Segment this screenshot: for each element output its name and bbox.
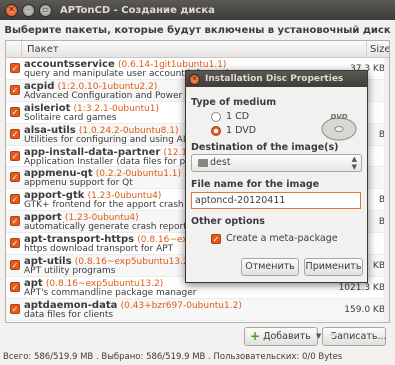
- maximize-window-icon[interactable]: ▫: [39, 3, 52, 17]
- radio-cd-label[interactable]: 1 CD: [226, 111, 249, 122]
- row-checkbox[interactable]: ✓: [10, 84, 20, 95]
- save-button[interactable]: Записать...: [322, 327, 387, 346]
- destination-value: dest: [210, 157, 231, 168]
- row-checkbox[interactable]: ✓: [10, 150, 20, 161]
- radio-dvd[interactable]: [211, 126, 221, 136]
- row-checkbox[interactable]: ✓: [10, 281, 20, 292]
- package-description: APT utility programs: [24, 266, 116, 277]
- window-titlebar: ✕ – ▫ APTonCD - Создание диска: [0, 0, 395, 20]
- row-checkbox[interactable]: ✓: [10, 303, 20, 314]
- combo-arrows-icon: ▲ ▼: [351, 155, 357, 171]
- chevron-down-icon: ▼: [315, 332, 322, 340]
- cancel-button[interactable]: Отменить: [241, 258, 299, 276]
- meta-package-checkbox[interactable]: ✓: [211, 234, 221, 244]
- dialog-titlebar: ✕ Installation Disc Properties: [186, 71, 367, 87]
- package-version: (0.43+bzr697-0ubuntu1.2): [120, 300, 242, 311]
- add-button[interactable]: + Добавить ▼: [244, 327, 322, 346]
- radio-cd[interactable]: [211, 112, 221, 122]
- row-checkbox[interactable]: ✓: [10, 194, 20, 205]
- row-checkbox[interactable]: ✓: [10, 216, 20, 227]
- package-description: https download transport for APT: [24, 244, 174, 255]
- apply-button[interactable]: Применить: [304, 258, 363, 276]
- row-checkbox[interactable]: ✓: [10, 260, 20, 271]
- row-checkbox[interactable]: ✓: [10, 128, 20, 139]
- row-checkbox[interactable]: ✓: [10, 172, 20, 183]
- list-scrollbar[interactable]: [384, 58, 389, 322]
- add-button-label: Добавить: [263, 331, 311, 342]
- dialog-close-icon[interactable]: ✕: [189, 73, 200, 85]
- save-button-label: Записать...: [331, 331, 387, 342]
- row-checkbox[interactable]: ✓: [10, 106, 20, 117]
- row-checkbox[interactable]: ✓: [10, 63, 20, 73]
- package-size: 1021.3 KB: [338, 282, 385, 293]
- column-header-check[interactable]: [6, 41, 22, 58]
- plus-icon: +: [250, 329, 261, 343]
- destination-combo[interactable]: dest ▲ ▼: [191, 154, 362, 172]
- medium-type-label: Type of medium: [191, 97, 277, 108]
- status-bar: Всего: 586/519.9 MB . Выбрано: 586/519.9…: [3, 352, 343, 362]
- dialog-title: Installation Disc Properties: [205, 74, 344, 84]
- package-description: APT's commandline package manager: [24, 287, 197, 298]
- svg-text:DVD: DVD: [330, 113, 347, 121]
- package-size: 159.0 KB: [344, 304, 385, 315]
- column-header-size[interactable]: Size: [367, 44, 389, 55]
- package-description: Utilities for configuring and using ALSA: [24, 134, 200, 145]
- page-header: Выберите пакеты, которые будут включены …: [4, 25, 391, 36]
- filename-label: File name for the image: [191, 179, 320, 190]
- disc-properties-dialog: ✕ Installation Disc Properties Type of m…: [185, 70, 368, 283]
- meta-package-label[interactable]: Create a meta-package: [226, 233, 338, 244]
- package-description: data files for clients: [24, 309, 114, 320]
- folder-icon: [198, 159, 208, 167]
- row-checkbox[interactable]: ✓: [10, 238, 20, 249]
- column-header-package[interactable]: Пакет: [22, 41, 367, 58]
- close-window-icon[interactable]: ✕: [5, 3, 18, 17]
- minimize-window-icon[interactable]: –: [22, 3, 35, 17]
- destination-label: Destination of the image(s): [191, 142, 339, 153]
- other-options-label: Other options: [191, 216, 265, 227]
- package-description: Solitaire card games: [24, 112, 117, 123]
- list-header: Пакет Size: [6, 41, 389, 58]
- radio-dvd-label[interactable]: 1 DVD: [226, 125, 256, 136]
- table-row[interactable]: ✓ aptdaemon-data (0.43+bzr697-0ubuntu1.2)…: [6, 298, 389, 321]
- filename-input[interactable]: aptoncd-20120411: [191, 192, 361, 209]
- dvd-disc-icon: DVD: [321, 113, 357, 141]
- window-title: APTonCD - Создание диска: [60, 4, 215, 16]
- package-description: appmenu support for Qt: [24, 178, 133, 189]
